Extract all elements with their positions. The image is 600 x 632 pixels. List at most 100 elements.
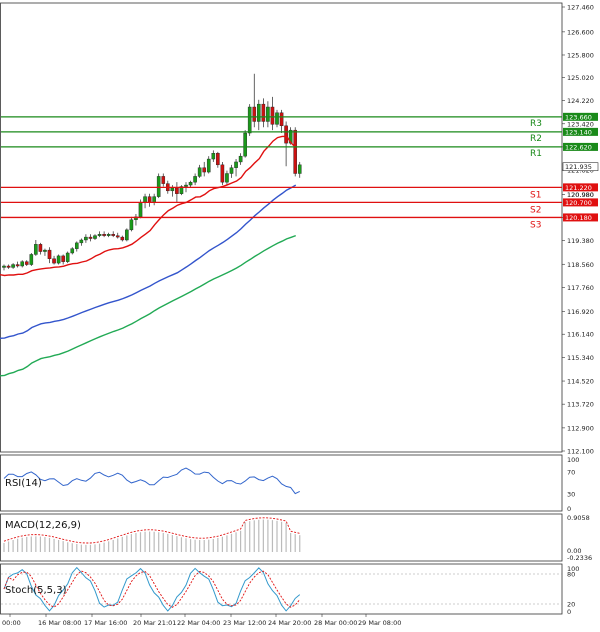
macd-bar: [217, 537, 219, 552]
macd-bar: [294, 534, 296, 552]
macd-bar: [98, 543, 101, 552]
candle-body: [279, 112, 284, 127]
level-price-tag-text: 123.140: [565, 128, 592, 136]
candle: [161, 173, 166, 187]
y-tick-label: 125.020: [567, 74, 594, 82]
level-s1: S1121.220: [1, 183, 598, 200]
candle-body: [252, 106, 257, 122]
candle: [279, 109, 284, 134]
candle-body: [152, 196, 156, 203]
y-tick-label: 124.220: [567, 97, 594, 105]
candle: [97, 231, 102, 238]
candle: [152, 193, 156, 206]
candle-body: [79, 239, 84, 244]
candle: [20, 260, 25, 268]
candle-body: [234, 161, 238, 168]
candle-body: [38, 244, 43, 252]
candle: [65, 251, 70, 264]
candle: [202, 161, 207, 177]
price-frame: [0, 2, 563, 453]
candle-body: [261, 103, 266, 122]
rsi-label: RSI(14): [5, 478, 42, 489]
macd-bar: [230, 533, 233, 552]
y-tick-label: 126.600: [567, 28, 594, 36]
x-tick-label: 17 Mar 16:00: [84, 619, 127, 627]
candle-body: [188, 181, 193, 186]
candle: [6, 264, 11, 269]
candle: [79, 238, 84, 246]
level-label: S1: [530, 190, 541, 200]
candle-body: [2, 265, 6, 268]
macd-bar: [199, 540, 201, 552]
candle: [56, 254, 61, 265]
moving-average-green: [0, 234, 296, 377]
macd-panel: 0.90580.00-0.2336MACD(12,26,9): [0, 513, 592, 562]
x-tick-label: 28 Mar 00:00: [314, 619, 357, 627]
level-label: R1: [530, 149, 542, 159]
candle: [120, 235, 125, 242]
candle-body: [15, 264, 20, 267]
time-axis: 00:00 16 Mar 08:00 17 Mar 16:00 20 Mar 21:0…: [2, 614, 401, 627]
candle: [234, 159, 238, 177]
macd-bar: [280, 521, 283, 552]
macd-bar: [249, 521, 251, 552]
candle: [129, 216, 134, 232]
macd-bar: [185, 538, 187, 552]
candle-body: [52, 258, 56, 264]
macd-tick-label: -0.2336: [567, 554, 592, 562]
candle-body: [156, 176, 161, 197]
level-label: S2: [530, 205, 541, 215]
y-tick-label: 114.520: [567, 378, 594, 386]
candle: [193, 173, 197, 186]
macd-bar: [76, 544, 78, 552]
stoch-label: Stoch(5,5,3): [5, 585, 67, 596]
candle-body: [6, 265, 11, 268]
candle: [125, 228, 129, 242]
candle: [270, 96, 275, 131]
candle-body: [29, 254, 34, 265]
macd-bar: [149, 531, 151, 552]
macd-bar: [271, 520, 274, 552]
level-label: S3: [530, 220, 541, 230]
candle-body: [115, 235, 120, 238]
candle-body: [297, 164, 302, 174]
candle: [252, 73, 257, 128]
rsi-tick-label: 30: [567, 491, 575, 499]
macd-bar: [58, 539, 60, 552]
macd-bar: [126, 535, 128, 552]
macd-bar: [285, 522, 287, 552]
candle-body: [197, 167, 202, 177]
candle-body: [225, 173, 229, 183]
candle-body: [47, 249, 52, 259]
rsi-tick-label: 100: [567, 456, 579, 464]
stoch-tick-label: 0: [567, 608, 571, 616]
macd-bar: [253, 520, 255, 552]
macd-bar: [176, 536, 178, 552]
candle-body: [84, 236, 88, 241]
macd-bar: [80, 544, 82, 552]
candle: [220, 161, 225, 186]
y-tick-label: 123.420: [567, 120, 594, 128]
candle: [266, 101, 270, 128]
stoch-tick-label: 80: [567, 571, 575, 579]
candle-body: [275, 112, 279, 125]
macd-bar: [62, 541, 64, 552]
macd-bar: [30, 536, 32, 552]
stoch-panel: 10080200Stoch(5,5,3): [0, 563, 579, 616]
candle: [61, 254, 65, 265]
candle-body: [247, 106, 252, 134]
y-tick-label: 113.720: [567, 401, 594, 409]
candle: [15, 261, 20, 268]
x-tick-label: 00:00: [2, 619, 21, 627]
macd-bar: [7, 541, 10, 552]
candle-body: [111, 234, 115, 236]
macd-bar: [117, 538, 119, 552]
moving-average-red: [0, 135, 297, 277]
candle: [115, 232, 120, 239]
candle-body: [56, 255, 61, 264]
macd-tick-label: 0.9058: [567, 514, 590, 522]
macd-bar: [180, 537, 183, 552]
chart-canvas: 127.460 126.600 125.800 125.020 124.220 123.4…: [0, 2, 599, 627]
candle: [84, 234, 88, 243]
candle: [257, 99, 261, 131]
